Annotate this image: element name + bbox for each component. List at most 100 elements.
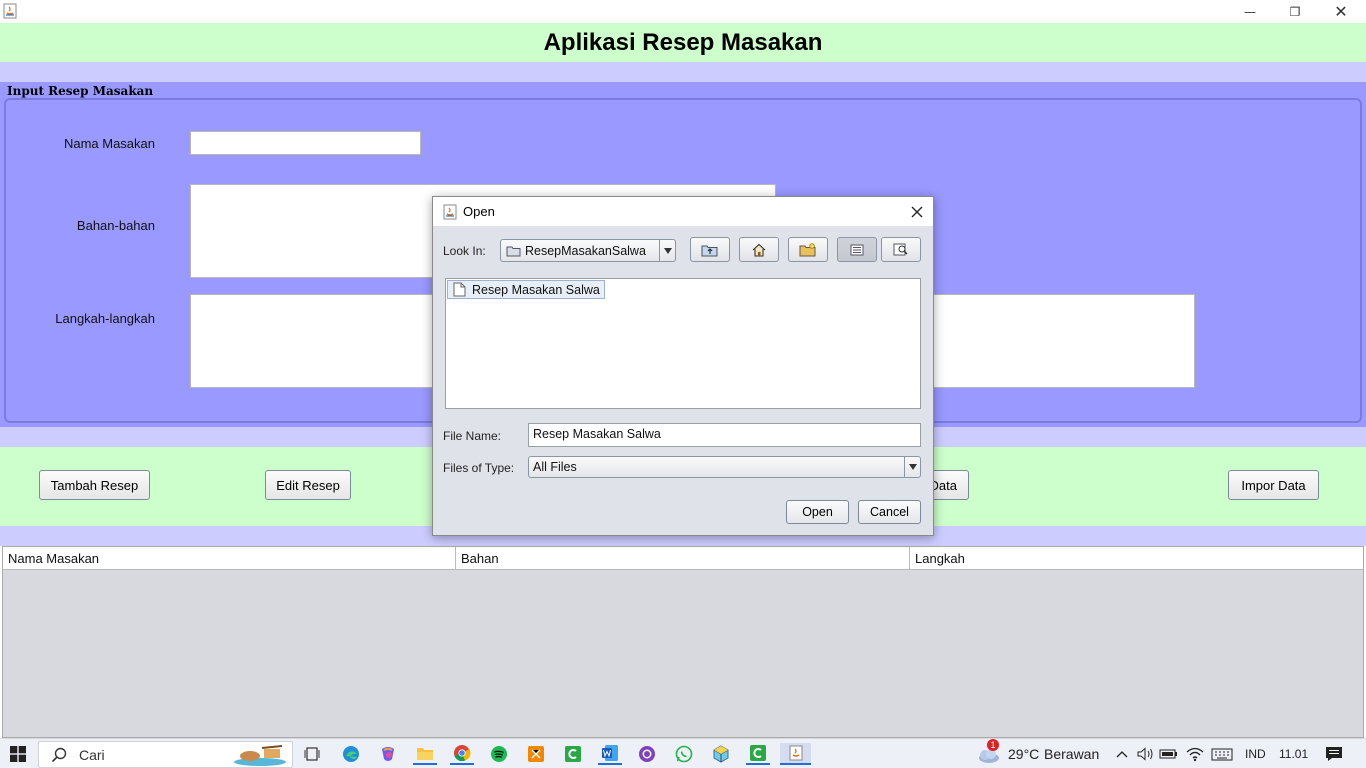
nama-masakan-input[interactable]: [190, 131, 421, 155]
taskbar: Cari 1 29°C Berawan IND 11.01: [0, 738, 1366, 768]
dialog-title-bar: Open: [433, 197, 933, 226]
taskbar-word[interactable]: [598, 743, 622, 765]
minimize-button[interactable]: —: [1227, 0, 1273, 23]
home-icon: [752, 243, 766, 257]
keyboard-button[interactable]: [1208, 743, 1236, 765]
green-app-icon: [750, 745, 766, 761]
close-window-button[interactable]: ✕: [1318, 0, 1364, 23]
new-folder-icon: [799, 242, 816, 256]
green-app-icon: [565, 746, 581, 762]
nama-masakan-label: Nama Masakan: [63, 136, 155, 151]
search-icon: [51, 747, 67, 762]
table-header: Nama Masakan Bahan Langkah: [3, 547, 1363, 570]
open-file-dialog: Open Look In: ResepMasakanSalwa Resep Ma…: [432, 196, 934, 536]
speaker-icon: [1137, 747, 1153, 761]
taskbar-search-box[interactable]: Cari: [38, 741, 293, 768]
taskbar-drawio[interactable]: [524, 743, 548, 765]
langkah-label: Langkah-langkah: [55, 311, 155, 326]
file-icon: [453, 282, 466, 297]
keyboard-icon: [1211, 748, 1233, 760]
app-title: Aplikasi Resep Masakan: [543, 28, 823, 56]
close-icon: [911, 206, 923, 218]
taskbar-spotify[interactable]: [487, 743, 511, 765]
recipe-table[interactable]: Nama Masakan Bahan Langkah: [2, 546, 1364, 738]
file-item-label: Resep Masakan Salwa: [472, 282, 600, 297]
input-panel-title: Input Resep Masakan: [7, 84, 154, 98]
start-button[interactable]: [6, 743, 30, 765]
taskbar-copilot[interactable]: [376, 743, 400, 765]
column-header-nama[interactable]: Nama Masakan: [3, 547, 456, 569]
copilot-icon: [382, 747, 394, 761]
up-folder-icon: [701, 245, 718, 256]
dialog-open-button[interactable]: Open: [786, 500, 849, 524]
tambah-resep-button[interactable]: Tambah Resep: [39, 470, 150, 500]
notification-icon: [1326, 747, 1342, 761]
search-highlight-image-icon: [234, 745, 286, 766]
new-folder-button[interactable]: [788, 237, 828, 262]
chevron-down-icon: [659, 240, 675, 261]
taskbar-edge[interactable]: [339, 743, 363, 765]
column-header-langkah[interactable]: Langkah: [910, 547, 1363, 569]
weather-badge: 1: [987, 739, 999, 751]
java-app-icon: [789, 745, 802, 761]
taskbar-netbeans[interactable]: [746, 743, 770, 765]
details-view-button[interactable]: [881, 237, 921, 262]
list-view-icon: [850, 244, 864, 255]
chevron-up-icon: [1116, 751, 1128, 758]
weather-condition[interactable]: Berawan: [1044, 746, 1099, 762]
file-type-value: All Files: [533, 460, 577, 474]
cube-app-icon: [713, 745, 729, 763]
impor-data-button[interactable]: Impor Data: [1228, 470, 1319, 500]
notification-center-button[interactable]: [1322, 743, 1346, 765]
restore-button[interactable]: ❐: [1272, 0, 1318, 23]
up-folder-button[interactable]: [690, 237, 730, 262]
weather-widget-icon-area[interactable]: 1: [974, 739, 1002, 765]
home-button[interactable]: [739, 237, 779, 262]
battery-button[interactable]: [1157, 743, 1181, 765]
window-title-bar: — ❐ ✕: [0, 0, 1366, 23]
github-desktop-icon: [639, 746, 655, 762]
bahan-label: Bahan-bahan: [76, 218, 155, 233]
java-app-icon: [3, 3, 17, 19]
dialog-cancel-button[interactable]: Cancel: [858, 500, 921, 524]
taskbar-cube-app[interactable]: [709, 743, 733, 765]
list-view-button[interactable]: [837, 237, 877, 262]
look-in-label: Look In:: [443, 244, 486, 258]
taskbar-java-app[interactable]: [780, 743, 811, 765]
clock-time[interactable]: 11.01: [1279, 747, 1308, 761]
file-item-resep-masakan-salwa[interactable]: Resep Masakan Salwa: [447, 280, 605, 299]
weather-temperature[interactable]: 29°C: [1008, 746, 1039, 762]
task-view-button[interactable]: [300, 743, 324, 765]
dialog-title: Open: [463, 204, 495, 219]
edge-icon: [343, 746, 359, 762]
taskbar-chrome[interactable]: [450, 743, 474, 765]
file-name-label: File Name:: [443, 429, 502, 443]
edit-resep-button[interactable]: Edit Resep: [265, 470, 351, 500]
file-type-combo[interactable]: All Files: [528, 456, 921, 478]
look-in-combo[interactable]: ResepMasakanSalwa: [500, 239, 676, 262]
file-name-input[interactable]: Resep Masakan Salwa: [528, 423, 921, 447]
chrome-icon: [454, 745, 471, 762]
folder-icon: [417, 748, 433, 760]
taskbar-github[interactable]: [635, 743, 659, 765]
taskbar-whatsapp[interactable]: [672, 743, 696, 765]
file-type-label: Files of Type:: [443, 461, 515, 475]
wifi-icon: [1186, 747, 1204, 762]
task-view-icon: [304, 747, 320, 761]
file-list[interactable]: Resep Masakan Salwa: [445, 278, 921, 409]
battery-icon: [1159, 749, 1177, 759]
volume-button[interactable]: [1134, 743, 1158, 765]
app-header: Aplikasi Resep Masakan: [0, 23, 1366, 62]
java-app-icon: [443, 204, 457, 220]
taskbar-camtasia[interactable]: [561, 743, 585, 765]
details-view-icon: [893, 243, 908, 256]
taskbar-file-explorer[interactable]: [413, 743, 437, 765]
input-language-indicator[interactable]: IND: [1245, 747, 1266, 761]
whatsapp-icon: [675, 745, 693, 763]
drawio-icon: [528, 746, 544, 762]
word-icon: [602, 745, 618, 761]
wifi-button[interactable]: [1183, 743, 1207, 765]
dialog-close-button[interactable]: [907, 202, 927, 222]
show-hidden-icons-button[interactable]: [1110, 743, 1134, 765]
column-header-bahan[interactable]: Bahan: [456, 547, 910, 569]
